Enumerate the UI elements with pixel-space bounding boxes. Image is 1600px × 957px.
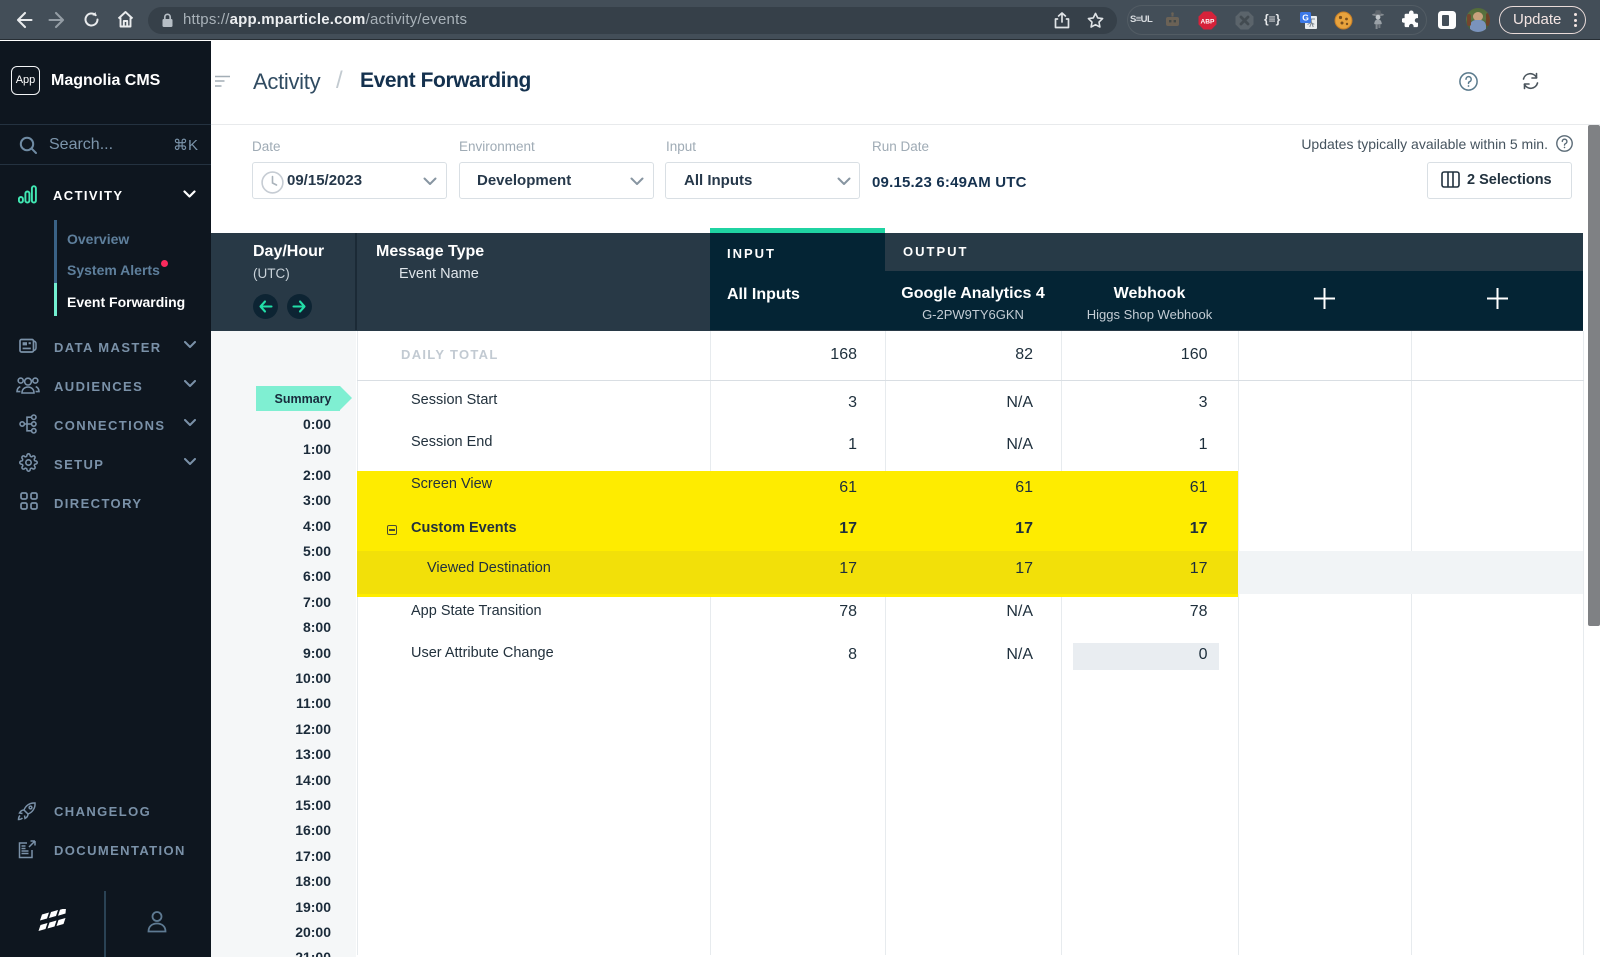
svg-text:G: G	[1302, 13, 1309, 23]
svg-text:ABP: ABP	[1201, 19, 1216, 26]
